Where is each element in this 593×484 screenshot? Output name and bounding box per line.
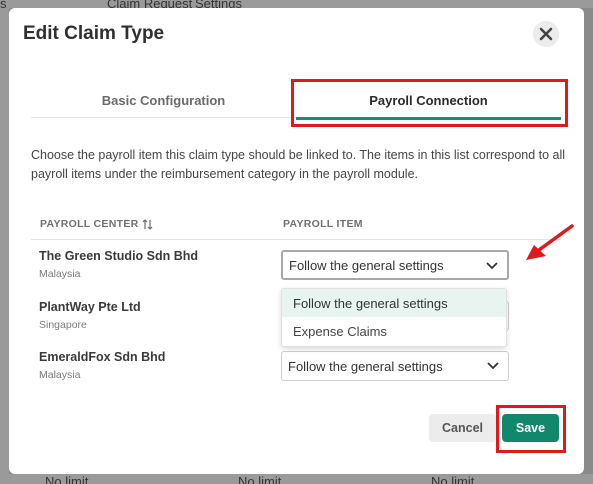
- payroll-center-name: The Green Studio Sdn Bhd: [39, 249, 199, 263]
- edit-claim-type-modal: Edit Claim Type Basic Configuration Payr…: [9, 8, 584, 474]
- close-icon: [539, 27, 553, 41]
- select-value: Follow the general settings: [288, 358, 443, 374]
- dropdown-option[interactable]: Follow the general settings: [282, 289, 506, 317]
- save-button[interactable]: Save: [502, 414, 559, 442]
- payroll-center-country: Malaysia: [39, 369, 81, 381]
- chevron-down-icon: [487, 362, 499, 370]
- payroll-center-country: Malaysia: [39, 268, 81, 280]
- background-cell: No limit: [431, 474, 475, 484]
- dropdown-option[interactable]: Expense Claims: [282, 317, 506, 345]
- payroll-center-name: EmeraldFox Sdn Bhd: [39, 350, 166, 364]
- background-cell: No limit: [45, 474, 89, 484]
- select-value: Follow the general settings: [289, 257, 444, 273]
- payroll-item-select[interactable]: Follow the general settings: [281, 250, 509, 280]
- tab-payroll-connection[interactable]: Payroll Connection: [296, 82, 561, 120]
- payroll-center-country: Singapore: [39, 319, 87, 331]
- table-row: EmeraldFox Sdn Bhd Malaysia Follow the g…: [31, 350, 561, 400]
- description-text: Choose the payroll item this claim type …: [31, 148, 566, 181]
- background-cell: No limit: [238, 474, 282, 484]
- chevron-down-icon: [486, 262, 498, 270]
- payroll-center-name: PlantWay Pte Ltd: [39, 300, 141, 314]
- background-page-header: s Claim Request Settings: [0, 0, 593, 11]
- annotation-arrow-icon: [526, 224, 574, 260]
- column-header-label: PAYROLL CENTER: [40, 218, 139, 230]
- close-button[interactable]: [533, 21, 559, 47]
- column-header-payroll-center[interactable]: PAYROLL CENTER: [40, 218, 153, 230]
- tab-basic-configuration[interactable]: Basic Configuration: [31, 82, 296, 118]
- background-page-side: [0, 8, 9, 474]
- table-header: PAYROLL CENTER PAYROLL ITEM: [31, 208, 561, 240]
- modal-title: Edit Claim Type: [23, 23, 165, 44]
- payroll-item-dropdown: Follow the general settings Expense Clai…: [281, 288, 507, 347]
- payroll-item-select[interactable]: Follow the general settings: [281, 351, 509, 381]
- cancel-button[interactable]: Cancel: [429, 414, 496, 442]
- background-page-footer: No limit No limit No limit: [0, 474, 593, 484]
- column-header-payroll-item: PAYROLL ITEM: [283, 218, 363, 230]
- tab-bar: Basic Configuration Payroll Connection: [31, 82, 561, 120]
- sort-icon[interactable]: [142, 218, 153, 230]
